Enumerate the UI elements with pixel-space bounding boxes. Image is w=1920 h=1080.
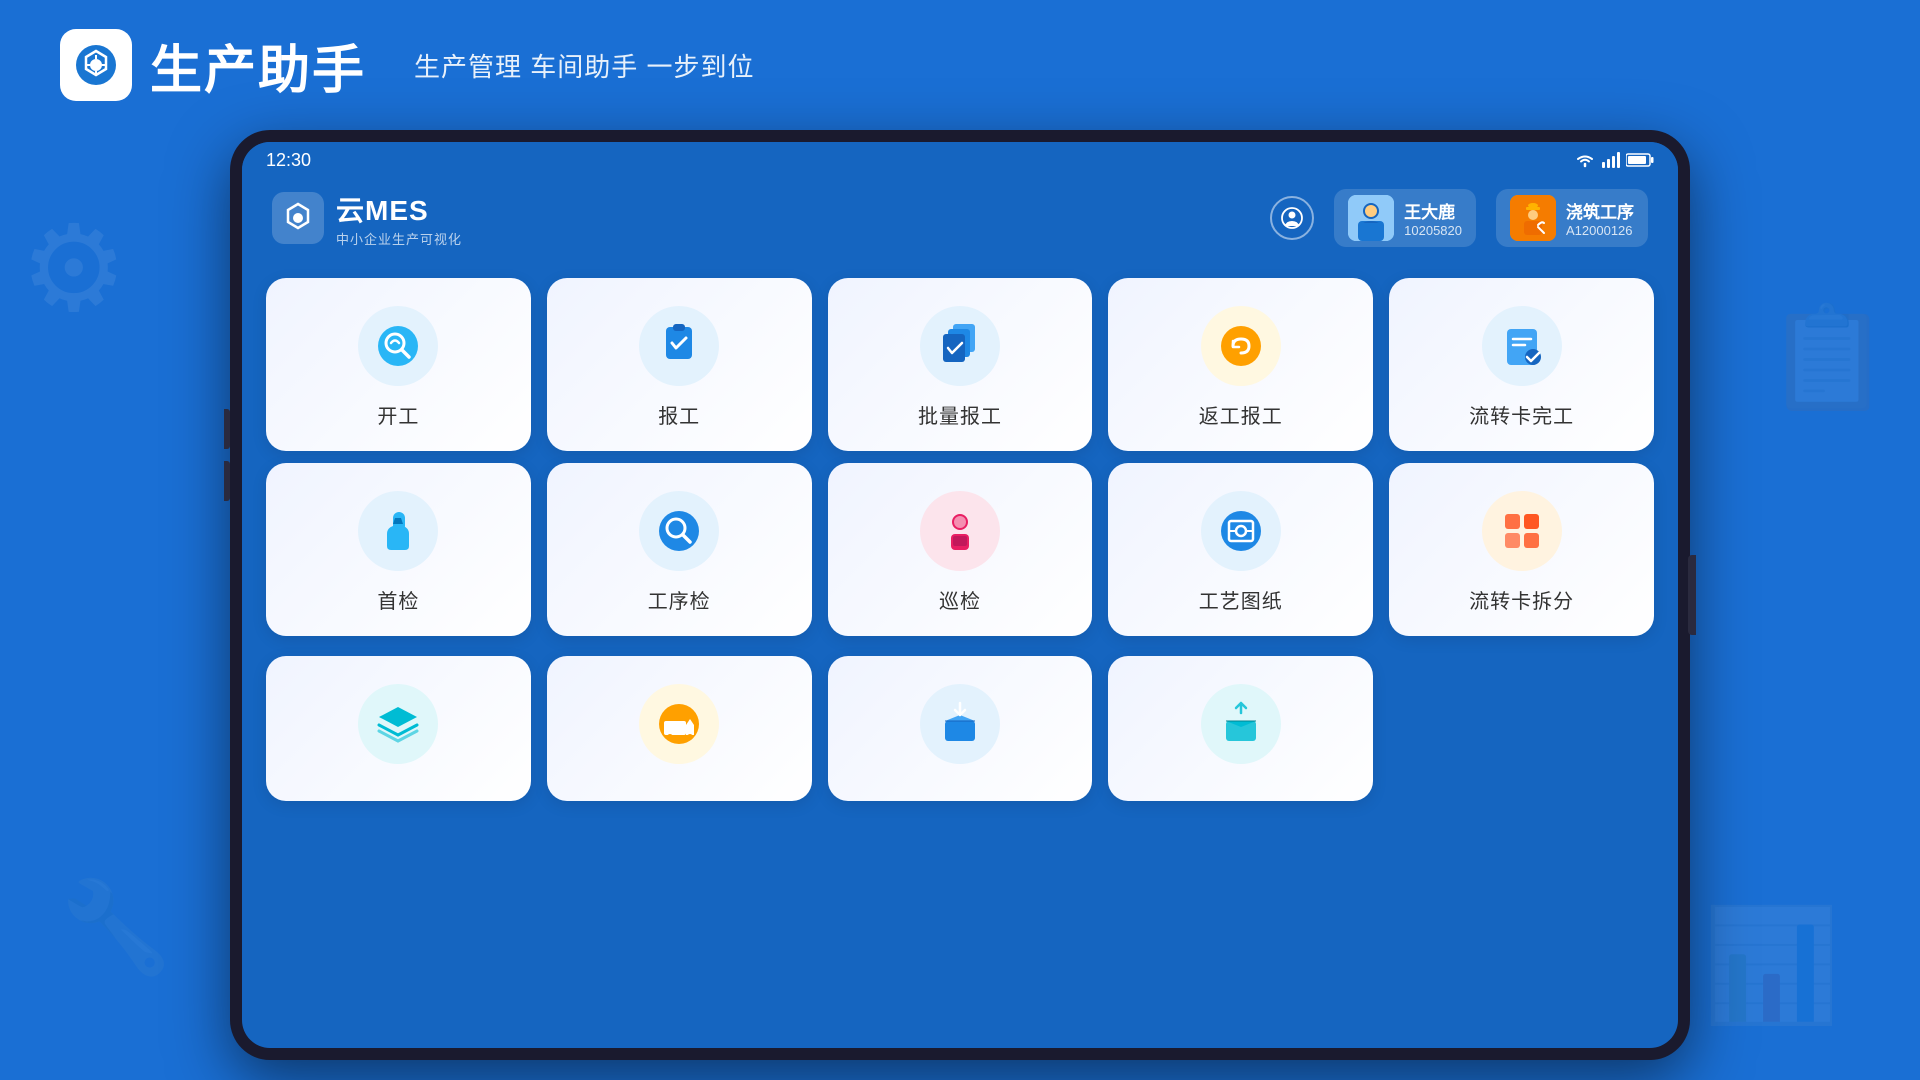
gongxujian-icon-wrap: [639, 491, 719, 571]
menu-item-baogong[interactable]: 报工: [547, 278, 812, 451]
xunjian-icon-wrap: [920, 491, 1000, 571]
mes-title: 云MES: [336, 189, 462, 229]
user-card[interactable]: 王大鹿 10205820: [1334, 189, 1476, 247]
mes-logo-icon: [272, 192, 324, 244]
ruku-icon: [935, 699, 985, 749]
workshop-id: A12000126: [1566, 223, 1634, 238]
baogong-label: 报工: [658, 400, 700, 429]
baogong-icon: [654, 321, 704, 371]
signal-icon: [1602, 152, 1620, 168]
mes-subtitle: 中小企业生产可视化: [336, 229, 462, 248]
menu-item-chuku[interactable]: [1108, 656, 1373, 801]
menu-row-1: 开工 报工: [242, 258, 1678, 471]
shoujian-icon: [373, 506, 423, 556]
menu-item-xunjian[interactable]: 巡检: [828, 463, 1093, 636]
user-circle-icon: [1280, 206, 1304, 230]
kaigong-icon-wrap: [358, 306, 438, 386]
header-right: 王大鹿 10205820: [1270, 189, 1648, 247]
cailiao-icon-wrap: [358, 684, 438, 764]
workshop-name: 浇筑工序: [1566, 198, 1634, 223]
menu-item-gongxujian[interactable]: 工序检: [547, 463, 812, 636]
menu-row-2: 首检 工序检: [242, 463, 1678, 656]
menu-item-kaigong[interactable]: 开工: [266, 278, 531, 451]
kaigong-icon: [373, 321, 423, 371]
app-logo-icon: [60, 29, 132, 101]
chuku-icon: [1216, 699, 1266, 749]
menu-item-fangong[interactable]: 返工报工: [1108, 278, 1373, 451]
gongyituzhi-icon: [1216, 506, 1266, 556]
menu-item-liuzhuanchaifen[interactable]: 流转卡拆分: [1389, 463, 1654, 636]
app-header: 云MES 中小企业生产可视化: [242, 178, 1678, 258]
wuliu-icon: [654, 699, 704, 749]
workshop-card[interactable]: 浇筑工序 A12000126: [1496, 189, 1648, 247]
menu-item-liuzhuanwangong[interactable]: 流转卡完工: [1389, 278, 1654, 451]
menu-item-cailiao[interactable]: [266, 656, 531, 801]
cailiao-icon: [373, 699, 423, 749]
liuzhuanwangong-icon-wrap: [1482, 306, 1562, 386]
wuliu-icon-wrap: [639, 684, 719, 764]
piliangbaogong-icon: [935, 321, 985, 371]
piliangbaogong-icon-wrap: [920, 306, 1000, 386]
wifi-icon: [1574, 152, 1596, 168]
mes-logo-text: 云MES 中小企业生产可视化: [336, 189, 462, 248]
baogong-icon-wrap: [639, 306, 719, 386]
fangong-label: 返工报工: [1199, 400, 1283, 429]
kaigong-label: 开工: [377, 400, 419, 429]
app-logo: 生产助手 生产管理 车间助手 一步到位: [60, 28, 754, 103]
liuzhuanchaifen-icon-wrap: [1482, 491, 1562, 571]
liuzhuanchaifen-icon: [1497, 506, 1547, 556]
tablet-screen: 12:30: [242, 142, 1678, 1048]
user-info: 王大鹿 10205820: [1404, 198, 1462, 238]
shoujian-label: 首检: [377, 585, 419, 614]
user-avatar: [1348, 195, 1394, 241]
home-button[interactable]: [1688, 555, 1696, 635]
liuzhuanchaifen-label: 流转卡拆分: [1469, 585, 1574, 614]
fangong-icon-wrap: [1201, 306, 1281, 386]
user-id: 10205820: [1404, 223, 1462, 238]
workshop-info: 浇筑工序 A12000126: [1566, 198, 1634, 238]
mes-logo: 云MES 中小企业生产可视化: [272, 189, 462, 248]
menu-item-shoujian[interactable]: 首检: [266, 463, 531, 636]
status-bar: 12:30: [242, 142, 1678, 178]
tablet-frame: 12:30: [230, 130, 1690, 1060]
gongxujian-icon: [654, 506, 704, 556]
menu-item-gongyituzhi[interactable]: 工艺图纸: [1108, 463, 1373, 636]
menu-item-piliangbaogong[interactable]: 批量报工: [828, 278, 1093, 451]
fangong-icon: [1216, 321, 1266, 371]
shoujian-icon-wrap: [358, 491, 438, 571]
battery-icon: [1626, 153, 1654, 167]
gongyituzhi-icon-wrap: [1201, 491, 1281, 571]
status-icons: [1574, 152, 1654, 168]
top-header: 生产助手 生产管理 车间助手 一步到位: [0, 0, 1920, 130]
xunjian-icon: [935, 506, 985, 556]
menu-item-ruku[interactable]: [828, 656, 1093, 801]
piliangbaogong-label: 批量报工: [918, 400, 1002, 429]
app-subtitle: 生产管理 车间助手 一步到位: [414, 47, 754, 84]
workshop-avatar: [1510, 195, 1556, 241]
app-title: 生产助手: [150, 28, 366, 103]
gongxujian-label: 工序检: [648, 585, 711, 614]
ruku-icon-wrap: [920, 684, 1000, 764]
menu-item-wuliu[interactable]: [547, 656, 812, 801]
gongyituzhi-label: 工艺图纸: [1199, 585, 1283, 614]
chuku-icon-wrap: [1201, 684, 1281, 764]
user-name: 王大鹿: [1404, 198, 1462, 223]
liuzhuanwangong-icon: [1497, 321, 1547, 371]
volume-buttons: [224, 409, 230, 501]
xunjian-label: 巡检: [939, 585, 981, 614]
liuzhuanwangong-label: 流转卡完工: [1469, 400, 1574, 429]
user-icon-button[interactable]: [1270, 196, 1314, 240]
menu-item-placeholder: [1389, 656, 1654, 801]
status-time: 12:30: [266, 150, 311, 171]
menu-row-3-partial: [242, 656, 1678, 817]
